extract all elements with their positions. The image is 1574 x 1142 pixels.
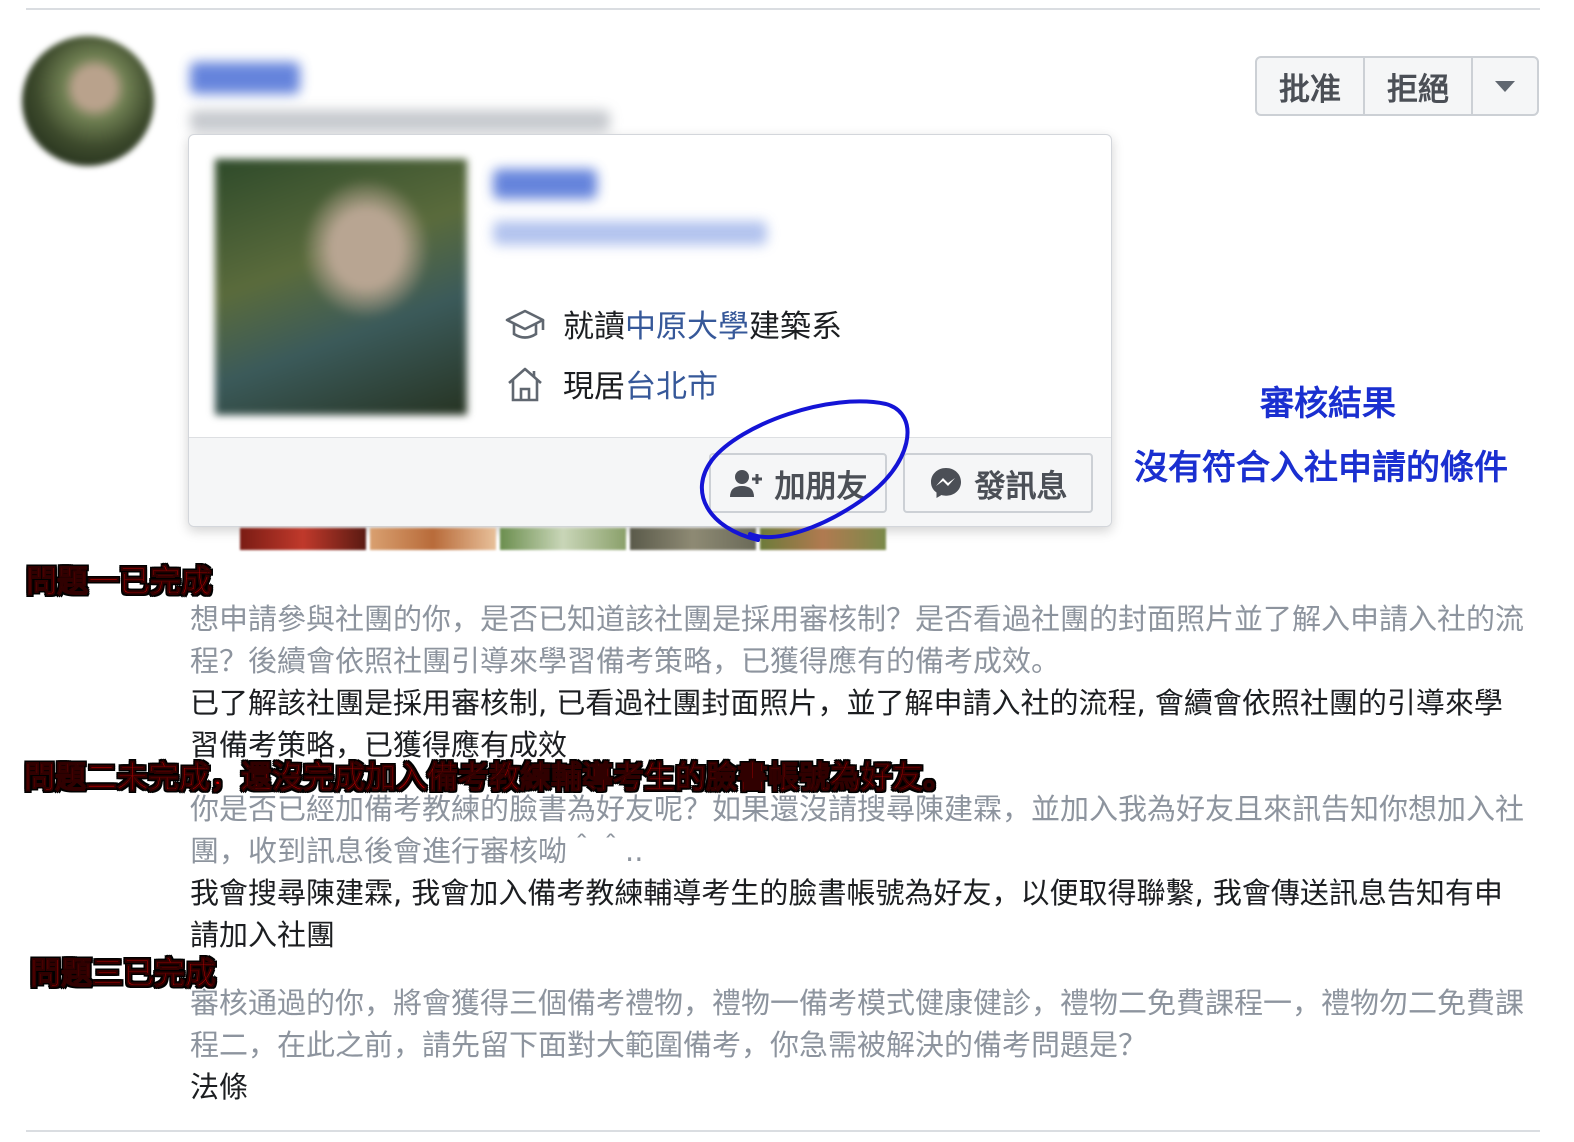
chevron-down-icon	[1495, 80, 1515, 92]
school-link[interactable]: 中原大學	[625, 301, 749, 346]
review-result-text: 沒有符合入社申請的條件	[1134, 448, 1508, 488]
profile-photo[interactable]	[215, 159, 467, 415]
review-result-title: 審核結果	[1260, 384, 1396, 424]
bottom-divider	[26, 1130, 1540, 1132]
request-action-group: 批准 拒絕	[1255, 56, 1539, 116]
education-prefix: 就讀	[563, 309, 625, 345]
strip-photo[interactable]	[240, 528, 366, 550]
decline-button[interactable]: 拒絕	[1365, 58, 1473, 114]
q3-status-annotation: 問題三已完成	[30, 956, 217, 993]
approve-button[interactable]: 批准	[1257, 58, 1365, 114]
send-message-label: 發訊息	[974, 468, 1068, 505]
messenger-icon	[930, 468, 961, 498]
answer-2: 我會搜尋陳建霖, 我會加入備考教練輔導考生的臉書帳號為好友，以便取得聯繫, 我會…	[190, 876, 1503, 952]
profile-hover-card: 就讀 中原大學 建築系 現居 台北市 加朋友 發訊息	[188, 134, 1112, 527]
applicant-name-blurred[interactable]	[190, 62, 300, 94]
applicant-subtitle-blurred	[190, 110, 610, 132]
strip-photo[interactable]	[500, 528, 626, 550]
hand-drawn-circle-annotation	[700, 399, 910, 542]
residence-prefix: 現居	[563, 369, 625, 405]
profile-alt-name-blurred	[493, 221, 767, 245]
education-row: 就讀 中原大學 建築系	[503, 301, 842, 346]
more-options-button[interactable]	[1473, 58, 1537, 114]
answer-3: 法條	[190, 1070, 249, 1104]
top-divider	[26, 8, 1540, 10]
q2-status-annotation: 問題二未完成，還沒完成加入備考教練輔導考生的臉書帳號為好友。	[24, 760, 955, 797]
department-text: 建築系	[749, 309, 842, 345]
profile-name-blurred[interactable]	[493, 169, 597, 199]
question-2: 你是否已經加備考教練的臉書為好友呢？如果還沒請搜尋陳建霖，並加入我為好友且來訊告…	[190, 792, 1525, 868]
question-3: 審核通過的你，將會獲得三個備考禮物，禮物一備考模式健康健診，禮物二免費課程一，禮…	[190, 986, 1525, 1062]
q1-status-annotation: 問題一已完成	[26, 564, 213, 601]
residence-row: 現居 台北市	[503, 361, 718, 406]
strip-photo[interactable]	[370, 528, 496, 550]
applicant-avatar[interactable]	[22, 36, 154, 166]
send-message-button[interactable]: 發訊息	[903, 453, 1093, 513]
question-1: 想申請參與社團的你，是否已知道該社團是採用審核制？是否看過社團的封面照片並了解入…	[190, 602, 1525, 678]
graduation-cap-icon	[505, 309, 545, 339]
home-icon	[508, 367, 542, 401]
